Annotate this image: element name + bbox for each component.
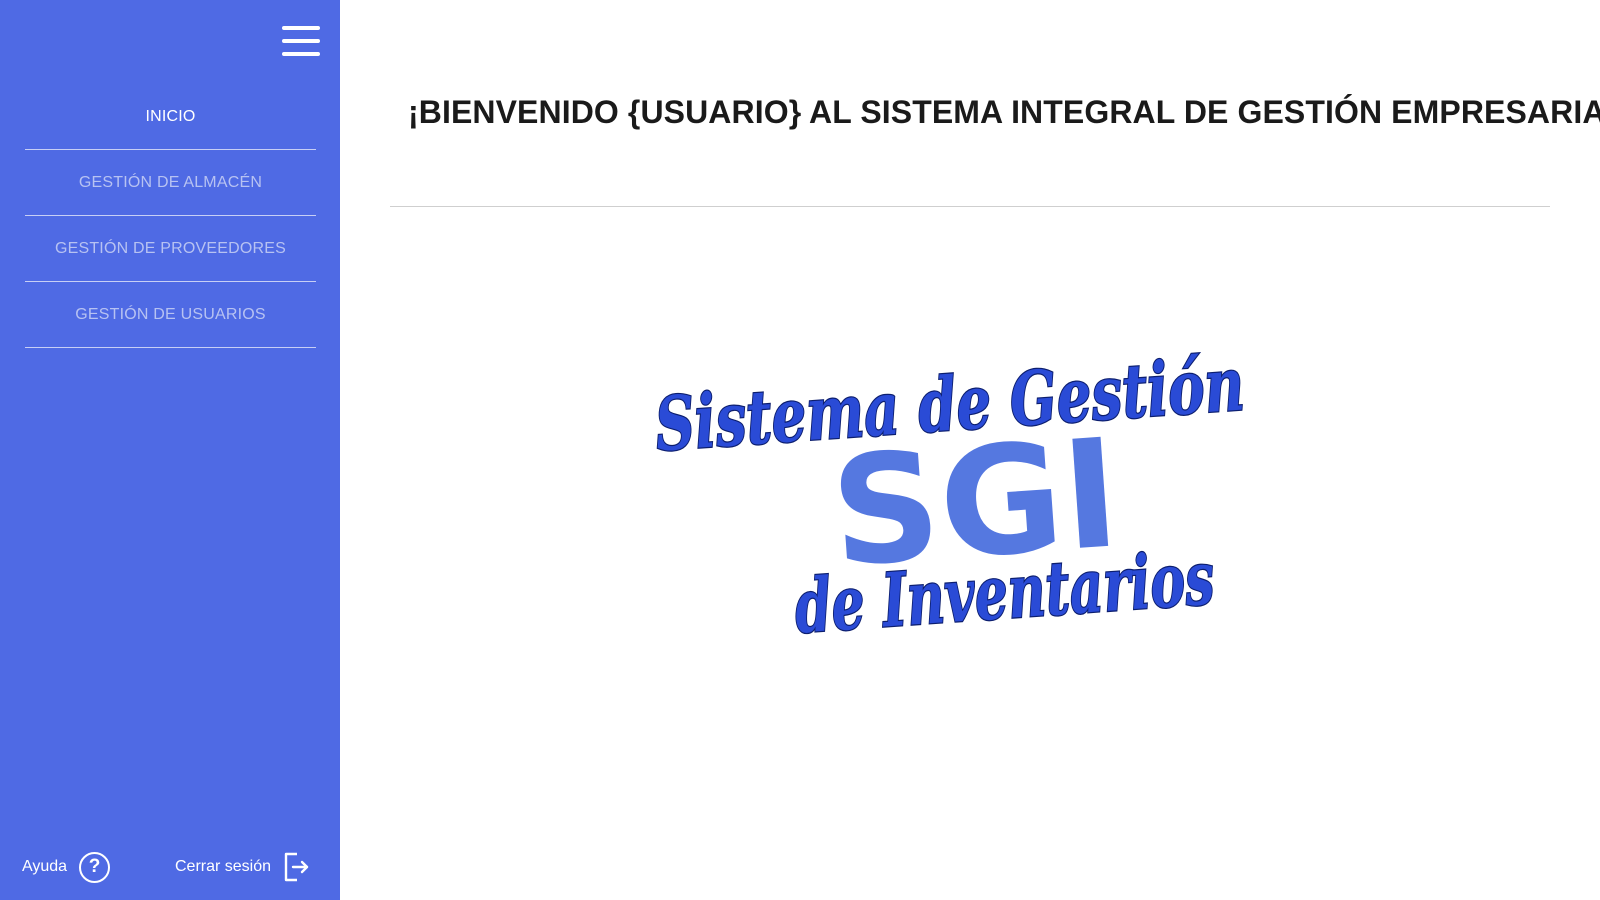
logout-link[interactable]: Cerrar sesión — [175, 850, 309, 884]
help-label: Ayuda — [22, 858, 68, 875]
logout-label: Cerrar sesión — [175, 858, 272, 875]
question-circle-icon[interactable]: ? — [79, 851, 111, 883]
nav-item-gestion-usuarios[interactable]: GESTIÓN DE USUARIOS — [25, 282, 316, 348]
hamburger-menu-icon[interactable] — [282, 26, 320, 58]
sidebar-nav: INICIO GESTIÓN DE ALMACÉN GESTIÓN DE PRO… — [25, 84, 316, 348]
main-content: ¡BIENVENIDO {USUARIO} AL SISTEMA INTEGRA… — [340, 0, 1600, 900]
nav-item-inicio[interactable]: INICIO — [25, 84, 316, 150]
help-link[interactable]: Ayuda ? — [22, 850, 111, 884]
sidebar-footer: Ayuda ? Cerrar sesión — [0, 836, 340, 900]
nav-item-gestion-proveedores[interactable]: GESTIÓN DE PROVEEDORES — [25, 216, 316, 282]
nav-item-gestion-almacen[interactable]: GESTIÓN DE ALMACÉN — [25, 150, 316, 216]
welcome-heading: ¡BIENVENIDO {USUARIO} AL SISTEMA INTEGRA… — [408, 94, 1600, 130]
menu-bar — [282, 26, 320, 30]
logout-icon[interactable] — [283, 852, 309, 882]
menu-bar — [282, 39, 320, 43]
menu-bar — [282, 52, 320, 56]
header-divider — [390, 206, 1550, 207]
sgi-logo: SGI Sistema de Gestión de Inventarios — [651, 340, 1280, 651]
sgi-logo-graphic: SGI Sistema de Gestión de Inventarios — [651, 340, 1248, 651]
sidebar: INICIO GESTIÓN DE ALMACÉN GESTIÓN DE PRO… — [0, 0, 340, 900]
